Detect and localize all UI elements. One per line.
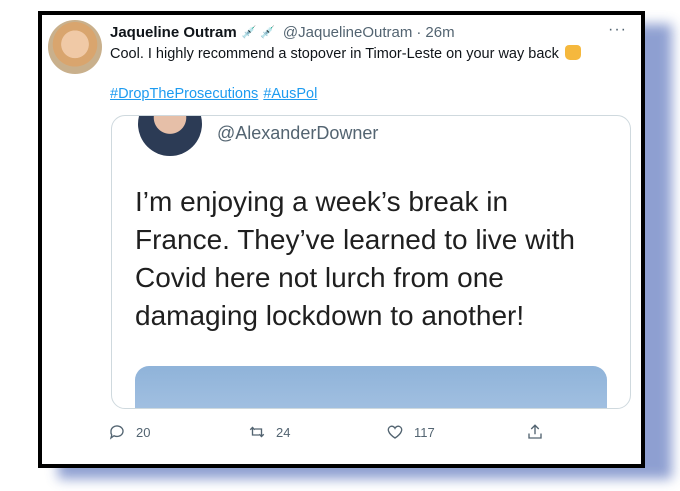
hashtag-link[interactable]: #AusPol	[263, 86, 317, 102]
quoted-media[interactable]	[135, 366, 607, 408]
action-bar: 20 24 117	[108, 423, 548, 445]
heart-icon	[387, 425, 403, 439]
reply-icon	[109, 425, 124, 440]
like-button[interactable]: 117	[386, 423, 435, 441]
retweet-count: 24	[276, 424, 291, 440]
tweet-header: Jaqueline Outram 💉 💉 @JaquelineOutram · …	[110, 21, 455, 43]
quoted-author-avatar	[138, 116, 202, 156]
tweet-text-body: Cool. I highly recommend a stopover in T…	[110, 46, 559, 62]
quoted-text-line: damaging lockdown to another!	[135, 300, 525, 331]
author-name[interactable]: Jaqueline Outram	[110, 24, 237, 41]
tweet-time[interactable]: 26m	[425, 24, 454, 41]
retweet-button[interactable]: 24	[248, 423, 290, 441]
reply-button[interactable]: 20	[108, 423, 150, 441]
author-handle[interactable]: @JaquelineOutram	[283, 24, 412, 41]
quoted-text-line: France. They’ve learned to live with	[135, 224, 575, 255]
reply-count: 20	[136, 424, 151, 440]
syringe-emoji: 💉 💉	[241, 25, 275, 39]
tweet-text: Cool. I highly recommend a stopover in T…	[110, 45, 581, 62]
quoted-author-handle: @AlexanderDowner	[217, 123, 379, 143]
meta-separator: ·	[416, 23, 422, 41]
retweet-icon	[249, 426, 265, 438]
quoted-tweet[interactable]: @AlexanderDowner I’m enjoying a week’s b…	[111, 115, 631, 409]
hashtags: #DropTheProsecutions #AusPol	[110, 86, 322, 102]
tweet-card: Jaqueline Outram 💉 💉 @JaquelineOutram · …	[38, 11, 645, 468]
quoted-text-line: Covid here not lurch from one	[135, 262, 504, 293]
quoted-tweet-text: I’m enjoying a week’s break in France. T…	[135, 183, 615, 335]
share-button[interactable]	[526, 423, 554, 441]
thumbs-up-icon	[564, 45, 581, 60]
more-icon[interactable]: ···	[608, 21, 627, 39]
like-count: 117	[414, 424, 435, 440]
hashtag-link[interactable]: #DropTheProsecutions	[110, 86, 258, 102]
author-avatar[interactable]	[48, 20, 102, 74]
quoted-text-line: I’m enjoying a week’s break in	[135, 186, 509, 217]
share-icon	[528, 424, 542, 439]
